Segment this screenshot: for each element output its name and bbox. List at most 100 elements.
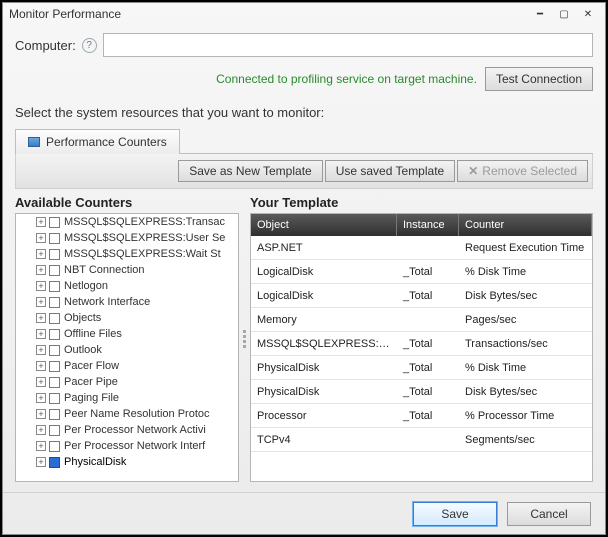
cell-counter: Pages/sec <box>459 314 592 326</box>
cell-counter: Disk Bytes/sec <box>459 290 592 302</box>
counter-checkbox[interactable] <box>49 377 60 388</box>
save-button[interactable]: Save <box>413 502 497 526</box>
your-template-grid: Object Instance Counter ASP.NETRequest E… <box>250 213 593 482</box>
test-connection-button[interactable]: Test Connection <box>485 67 593 91</box>
splitter-handle[interactable] <box>241 195 248 482</box>
expand-icon[interactable]: + <box>36 297 46 307</box>
tab-performance-counters[interactable]: Performance Counters <box>15 129 180 154</box>
connection-status: Connected to profiling service on target… <box>216 72 477 86</box>
grid-body[interactable]: ASP.NETRequest Execution TimeLogicalDisk… <box>251 236 592 481</box>
expand-icon[interactable]: + <box>36 313 46 323</box>
counter-tree-item[interactable]: +Objects <box>16 310 238 326</box>
cell-instance: _Total <box>397 386 459 398</box>
expand-icon[interactable]: + <box>36 329 46 339</box>
counter-label: Paging File <box>64 392 119 404</box>
counter-tree-item[interactable]: +Peer Name Resolution Protoc <box>16 406 238 422</box>
use-saved-template-button[interactable]: Use saved Template <box>325 160 456 182</box>
counter-checkbox[interactable] <box>49 249 60 260</box>
counter-checkbox[interactable] <box>49 329 60 340</box>
counter-tree-item[interactable]: +NBT Connection <box>16 262 238 278</box>
expand-icon[interactable]: + <box>36 281 46 291</box>
counter-label: MSSQL$SQLEXPRESS:User Se <box>64 232 225 244</box>
expand-icon[interactable]: + <box>36 409 46 419</box>
expand-icon[interactable]: + <box>36 345 46 355</box>
counter-tree-item[interactable]: + Network Interface <box>16 294 238 310</box>
expand-icon[interactable]: + <box>36 393 46 403</box>
counter-checkbox[interactable] <box>49 409 60 420</box>
expand-icon[interactable]: + <box>36 361 46 371</box>
table-row[interactable]: Memory Pages/sec <box>251 308 592 332</box>
expand-icon[interactable]: + <box>36 249 46 259</box>
cell-counter: Transactions/sec <box>459 338 592 350</box>
header-object[interactable]: Object <box>251 214 397 236</box>
counter-checkbox[interactable] <box>49 441 60 452</box>
cell-counter: % Disk Time <box>459 362 592 374</box>
counter-tree-item[interactable]: + Per Processor Network Activi <box>16 422 238 438</box>
save-as-new-template-button[interactable]: Save as New Template <box>178 160 323 182</box>
counter-checkbox[interactable] <box>49 233 60 244</box>
table-row[interactable]: TCPv4Segments/sec <box>251 428 592 452</box>
counter-tree-item[interactable]: + Paging File <box>16 390 238 406</box>
counter-label: Pacer Flow <box>64 360 119 372</box>
cell-object: TCPv4 <box>251 434 397 446</box>
table-row[interactable]: ASP.NETRequest Execution Time <box>251 236 592 260</box>
counter-tree-item[interactable]: +MSSQL$SQLEXPRESS:Wait St <box>16 246 238 262</box>
counter-checkbox[interactable] <box>49 313 60 324</box>
available-counters-header: Available Counters <box>15 195 239 210</box>
remove-selected-button[interactable]: ✕Remove Selected <box>457 160 588 182</box>
counter-label: Per Processor Network Activi <box>64 424 206 436</box>
cell-object: LogicalDisk <box>251 266 397 278</box>
counter-tree-item[interactable]: +Outlook <box>16 342 238 358</box>
header-counter[interactable]: Counter <box>459 214 592 236</box>
cancel-button[interactable]: Cancel <box>507 502 591 526</box>
counter-checkbox[interactable] <box>49 425 60 436</box>
expand-icon[interactable]: + <box>36 377 46 387</box>
expand-icon[interactable]: + <box>36 457 46 467</box>
counter-tree-item[interactable]: +Offline Files <box>16 326 238 342</box>
expand-icon[interactable]: + <box>36 265 46 275</box>
counter-tree-item[interactable]: +MSSQL$SQLEXPRESS:Transac <box>16 214 238 230</box>
counter-tree-item[interactable]: +Per Processor Network Interf <box>16 438 238 454</box>
cell-counter: Request Execution Time <box>459 242 592 254</box>
counter-label: Pacer Pipe <box>64 376 118 388</box>
counter-tree-item[interactable]: + MSSQL$SQLEXPRESS:User Se <box>16 230 238 246</box>
counter-checkbox[interactable] <box>49 281 60 292</box>
counter-tree-item[interactable]: +PhysicalDisk <box>16 454 238 470</box>
counter-tree-item[interactable]: +Netlogon <box>16 278 238 294</box>
counter-checkbox[interactable] <box>49 265 60 276</box>
table-row[interactable]: LogicalDisk_TotalDisk Bytes/sec <box>251 284 592 308</box>
cell-instance: _Total <box>397 410 459 422</box>
counter-tree-item[interactable]: + Pacer Flow <box>16 358 238 374</box>
table-row[interactable]: MSSQL$SQLEXPRESS:Dat_TotalTransactions/s… <box>251 332 592 356</box>
table-row[interactable]: Processor_Total% Processor Time <box>251 404 592 428</box>
available-counters-tree[interactable]: +MSSQL$SQLEXPRESS:Transac+MSSQL$SQLEXPRE… <box>15 213 239 482</box>
help-icon[interactable]: ? <box>82 38 97 53</box>
header-instance[interactable]: Instance <box>397 214 459 236</box>
expand-icon[interactable]: + <box>36 441 46 451</box>
expand-icon[interactable]: + <box>36 233 46 243</box>
expand-icon[interactable]: + <box>36 425 46 435</box>
counter-checkbox[interactable] <box>49 361 60 372</box>
close-button[interactable]: ✕ <box>577 6 599 22</box>
monitor-performance-dialog: Monitor Performance ━ ▢ ✕ Computer: ? Co… <box>2 2 606 535</box>
table-row[interactable]: LogicalDisk_Total% Disk Time <box>251 260 592 284</box>
computer-input[interactable] <box>103 33 593 57</box>
counter-label: Network Interface <box>64 296 150 308</box>
counter-checkbox[interactable] <box>49 345 60 356</box>
x-icon: ✕ <box>468 164 478 178</box>
counter-checkbox[interactable] <box>49 217 60 228</box>
template-toolbar: Save as New Template Use saved Template … <box>15 154 593 189</box>
counter-checkbox[interactable] <box>49 297 60 308</box>
counter-checkbox[interactable] <box>49 457 60 468</box>
counter-tree-item[interactable]: + Pacer Pipe <box>16 374 238 390</box>
expand-icon[interactable]: + <box>36 217 46 227</box>
cell-object: PhysicalDisk <box>251 362 397 374</box>
minimize-button[interactable]: ━ <box>529 6 551 22</box>
tab-label: Performance Counters <box>46 135 167 149</box>
cell-counter: Disk Bytes/sec <box>459 386 592 398</box>
cell-object: Memory <box>251 314 397 326</box>
table-row[interactable]: PhysicalDisk_TotalDisk Bytes/sec <box>251 380 592 404</box>
counter-checkbox[interactable] <box>49 393 60 404</box>
table-row[interactable]: PhysicalDisk_Total% Disk Time <box>251 356 592 380</box>
maximize-button[interactable]: ▢ <box>553 6 575 22</box>
